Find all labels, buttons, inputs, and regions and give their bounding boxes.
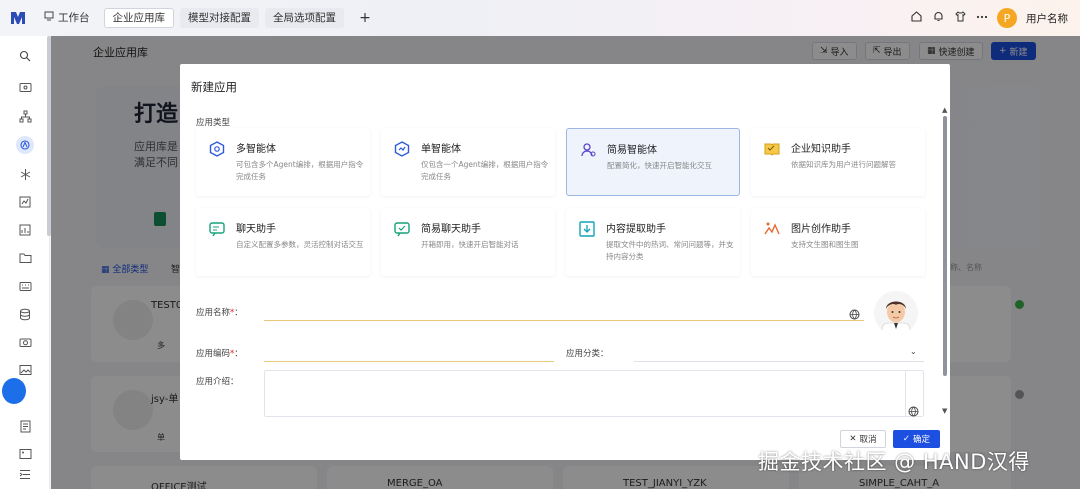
single-agent-icon [393, 140, 411, 158]
sidebar [0, 36, 50, 489]
shirt-icon[interactable] [954, 10, 967, 26]
label-colon: ： [230, 377, 239, 387]
globe-icon[interactable] [849, 305, 860, 324]
home-icon[interactable] [910, 10, 923, 26]
app-type-label: 应用类型 [196, 118, 231, 128]
top-bar: 工作台 企业应用库 模型对接配置 全局选项配置 + P 用户名称 [0, 0, 1080, 36]
feedback-bubble-icon[interactable] [0, 376, 28, 406]
folder-icon[interactable] [17, 250, 33, 266]
card-title: 企业知识助手 [791, 144, 851, 155]
card-title: 图片创作助手 [791, 224, 851, 235]
button-label: 确定 [913, 435, 931, 445]
app-intro-textarea[interactable] [264, 370, 924, 417]
dialog-title: 新建应用 [191, 80, 237, 94]
extract-icon [578, 220, 596, 238]
card-desc: 开箱即用，快速开启智能对话 [421, 240, 519, 249]
screen-icon[interactable] [17, 80, 33, 96]
app-name-label: 应用名称*： [196, 306, 243, 318]
card-title: 简易聊天助手 [421, 224, 481, 235]
app-category-label: 应用分类： [566, 347, 609, 359]
knowledge-book-icon [763, 140, 781, 158]
tab-global-options[interactable]: 全局选项配置 [265, 8, 344, 28]
simple-chat-icon [393, 220, 411, 238]
type-card-multi-agent[interactable]: 多智能体 可包含多个Agent编排，根据用户指令完成任务 [196, 128, 370, 196]
tab-label: 企业应用库 [112, 12, 166, 24]
app-avatar-upload[interactable] [874, 291, 918, 335]
tab-label: 工作台 [58, 12, 90, 24]
type-card-image-creation[interactable]: 图片创作助手 支持文生图和图生图 [751, 208, 925, 276]
card-desc: 支持文生图和图生图 [791, 240, 859, 249]
document-icon[interactable] [17, 418, 33, 434]
app-code-label: 应用编码*： [196, 347, 243, 359]
collapse-menu-icon[interactable] [17, 466, 33, 482]
app-name-input[interactable] [264, 320, 864, 321]
type-card-chat-assistant[interactable]: 聊天助手 自定义配置多参数，灵活控制对话交互 [196, 208, 370, 276]
app-category-select[interactable] [634, 361, 924, 362]
globe-icon[interactable] [908, 402, 919, 421]
add-tab-button[interactable]: + [356, 10, 374, 26]
tab-workbench[interactable]: 工作台 [36, 8, 98, 28]
card-title: 简易智能体 [607, 145, 657, 156]
image-creation-icon [763, 220, 781, 238]
card-desc: 自定义配置多参数，灵活控制对话交互 [236, 240, 364, 249]
card-title: 聊天助手 [236, 224, 276, 235]
org-chart-icon[interactable] [17, 108, 33, 124]
chat-icon [208, 220, 226, 238]
card-title: 多智能体 [236, 144, 276, 155]
image-icon[interactable] [17, 362, 33, 378]
watermark: 掘金技术社区 @ HAND汉得 [758, 450, 1030, 474]
check-icon: ✓ [902, 434, 911, 444]
search-icon[interactable] [17, 48, 33, 64]
label-colon: ： [234, 308, 243, 318]
user-avatar[interactable]: P [997, 8, 1017, 28]
type-card-content-extract[interactable]: 内容提取助手 提取文件中的热词、常问问题等，并支持内容分类 [566, 208, 740, 276]
card-desc: 仅包含一个Agent编排，根据用户指令完成任务 [421, 160, 549, 181]
card-desc: 可包含多个Agent编排，根据用户指令完成任务 [236, 160, 364, 181]
label-colon: ： [234, 349, 243, 359]
scroll-up-icon[interactable]: ▲ [942, 106, 947, 114]
scroll-down-icon[interactable]: ▼ [942, 407, 947, 415]
dialog-scrollbar[interactable] [943, 116, 947, 376]
label-text: 应用名称 [196, 308, 231, 318]
card-desc: 依据知识库为用户进行问题解答 [791, 160, 896, 169]
type-card-knowledge-assistant[interactable]: 企业知识助手 依据知识库为用户进行问题解答 [751, 128, 925, 196]
multi-agent-icon [208, 140, 226, 158]
app-intro-label: 应用介绍： [196, 375, 239, 387]
simple-agent-icon [579, 141, 597, 159]
monitor-icon [44, 8, 54, 28]
app-logo-icon[interactable] [0, 0, 36, 36]
plugin-icon[interactable] [17, 166, 33, 182]
card-title: 内容提取助手 [606, 224, 666, 235]
top-right-tools: P 用户名称 [910, 0, 1068, 36]
tab-label: 模型对接配置 [188, 12, 251, 24]
label-text: 应用编码 [196, 349, 231, 359]
label-colon: ： [600, 349, 609, 359]
app-code-input[interactable] [264, 361, 554, 362]
tab-label: 全局选项配置 [273, 12, 336, 24]
type-card-simple-agent[interactable]: 简易智能体 配置简化，快速开启智能化交互 [566, 128, 740, 196]
type-card-single-agent[interactable]: 单智能体 仅包含一个Agent编排，根据用户指令完成任务 [381, 128, 555, 196]
label-text: 应用介绍 [196, 377, 231, 387]
gallery-icon[interactable] [17, 446, 33, 462]
card-desc: 提取文件中的热词、常问问题等，并支持内容分类 [606, 240, 734, 261]
more-icon[interactable] [976, 11, 988, 26]
user-name[interactable]: 用户名称 [1026, 11, 1068, 26]
new-app-dialog: 新建应用 应用类型 多智能体 可包含多个Agent编排，根据用户指令完成任务 单… [180, 64, 950, 460]
database-icon[interactable] [17, 306, 33, 322]
tab-app-library[interactable]: 企业应用库 [103, 8, 174, 28]
type-card-simple-chat[interactable]: 简易聊天助手 开箱即用，快速开启智能对话 [381, 208, 555, 276]
card-desc: 配置简化，快速开启智能化交互 [607, 161, 712, 170]
agent-icon[interactable] [16, 136, 34, 154]
keyboard-icon[interactable] [17, 278, 33, 294]
tab-model-config[interactable]: 模型对接配置 [180, 8, 259, 28]
close-icon: ✕ [849, 434, 857, 444]
label-text: 应用分类 [566, 349, 601, 359]
button-label: 取消 [859, 435, 877, 445]
card-title: 单智能体 [421, 144, 461, 155]
bell-icon[interactable] [932, 10, 945, 26]
camera-icon[interactable] [17, 334, 33, 350]
chevron-down-icon[interactable]: ⌄ [910, 347, 917, 356]
report-icon[interactable] [17, 222, 33, 238]
chart-icon[interactable] [17, 194, 33, 210]
